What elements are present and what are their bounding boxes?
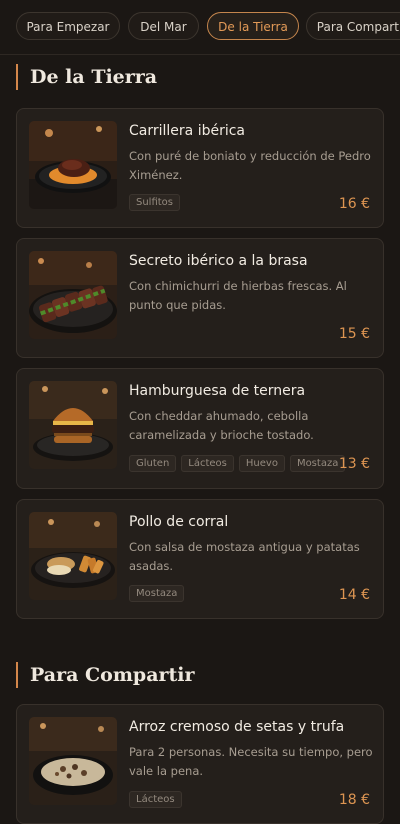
tab-del-mar[interactable]: Del Mar xyxy=(128,12,199,40)
section-title: Para Compartir xyxy=(16,662,195,688)
allergen-tag: Mostaza xyxy=(129,585,185,602)
allergen-tag: Gluten xyxy=(129,455,177,472)
mushroom-rice-pan-image xyxy=(29,717,117,805)
category-tabs: Para Empezar Del Mar De la Tierra Para C… xyxy=(0,0,400,55)
dish-description: Con cheddar ahumado, cebolla caramelizad… xyxy=(129,409,314,442)
dish-price: 16 € xyxy=(338,196,370,212)
braised-cheek-plate-image xyxy=(29,121,117,209)
dish-description: Con salsa de mostaza antigua y patatas a… xyxy=(129,540,360,573)
allergen-tags: Gluten Lácteos Huevo Mostaza xyxy=(129,455,346,472)
dish-name: Hamburguesa de ternera xyxy=(129,383,306,399)
allergen-tag: Huevo xyxy=(238,455,285,472)
allergen-tag: Mostaza xyxy=(289,455,346,472)
section-title: De la Tierra xyxy=(16,64,157,90)
allergen-tags: Mostaza xyxy=(129,585,185,602)
burger-plate-image xyxy=(29,381,117,469)
dish-card[interactable]: Pollo de corral Con salsa de mostaza ant… xyxy=(16,499,384,619)
dish-description: Con chimichurri de hierbas frescas. Al p… xyxy=(129,279,347,312)
dish-card[interactable]: Secreto ibérico a la brasa Con chimichur… xyxy=(16,238,384,358)
dish-name: Arroz cremoso de setas y trufa xyxy=(129,719,345,735)
dish-name: Carrillera ibérica xyxy=(129,123,245,139)
tab-para-compartir[interactable]: Para Compartir xyxy=(306,12,400,40)
tab-de-la-tierra[interactable]: De la Tierra xyxy=(207,12,299,40)
allergen-tag: Lácteos xyxy=(181,455,234,472)
dish-price: 15 € xyxy=(338,326,370,342)
allergen-tags: Sulfitos xyxy=(129,194,181,211)
dish-description: Para 2 personas. Necesita su tiempo, per… xyxy=(129,745,373,778)
dish-card[interactable]: Arroz cremoso de setas y trufa Para 2 pe… xyxy=(16,704,384,824)
dish-price: 13 € xyxy=(338,456,370,472)
sliced-pork-plate-image xyxy=(29,251,117,339)
chicken-potatoes-plate-image xyxy=(29,512,117,600)
dish-card[interactable]: Carrillera ibérica Con puré de boniato y… xyxy=(16,108,384,228)
dish-card[interactable]: Hamburguesa de ternera Con cheddar ahuma… xyxy=(16,368,384,489)
tab-para-empezar[interactable]: Para Empezar xyxy=(16,12,120,40)
dish-name: Pollo de corral xyxy=(129,514,229,530)
dish-price: 14 € xyxy=(338,587,370,603)
dish-name: Secreto ibérico a la brasa xyxy=(129,253,308,269)
allergen-tag: Sulfitos xyxy=(129,194,181,211)
dish-price: 18 € xyxy=(338,792,370,808)
dish-description: Con puré de boniato y reducción de Pedro… xyxy=(129,149,371,182)
